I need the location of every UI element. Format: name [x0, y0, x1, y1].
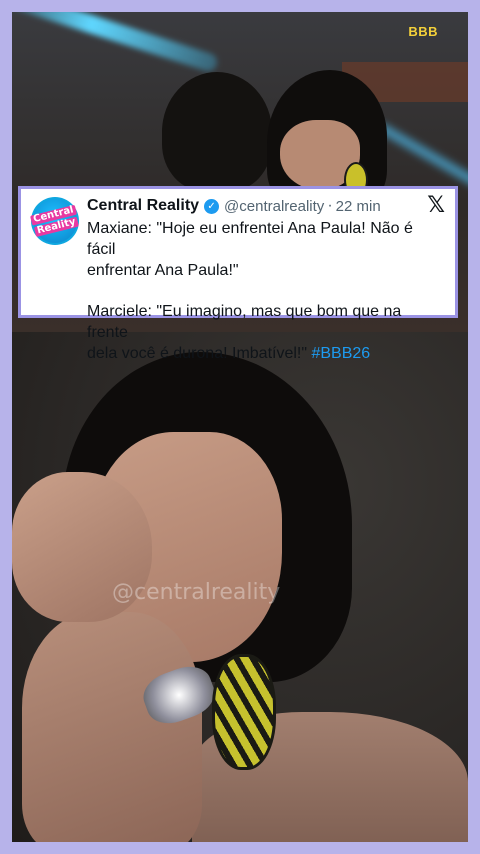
tweet-text: Maxiane: "Hoje eu enfrentei Ana Paula! N…: [87, 218, 445, 364]
person-arm: [22, 612, 202, 842]
channel-logo: BBB: [408, 24, 438, 39]
video-frame: BBB @centralreality: [12, 12, 468, 842]
hashtag-link[interactable]: #BBB26: [311, 345, 370, 362]
neon-light-right: [377, 122, 468, 192]
tweet-line: Maxiane: "Hoje eu enfrentei Ana Paula! N…: [87, 220, 413, 258]
earring-large: [212, 654, 276, 770]
user-handle[interactable]: @centralreality: [224, 198, 324, 215]
tweet-line-text: dela você é durona! Imbatível!": [87, 345, 308, 362]
tweet-line-last: dela você é durona! Imbatível!" #BBB26: [87, 343, 445, 364]
watermark: @centralreality: [112, 580, 281, 605]
tweet-header: Central Reality ✓ @centralreality · 22 m…: [87, 195, 445, 217]
avatar[interactable]: Central Reality: [28, 194, 82, 248]
x-logo-icon[interactable]: 𝕏: [427, 193, 445, 218]
verified-badge-icon: ✓: [204, 198, 220, 214]
person-left: [162, 72, 272, 192]
display-name[interactable]: Central Reality: [87, 197, 199, 215]
separator: ·: [327, 197, 333, 214]
neon-light: [12, 12, 220, 74]
timestamp[interactable]: 22 min: [336, 198, 381, 215]
tweet-card[interactable]: Central Reality Central Reality ✓ @centr…: [18, 186, 458, 362]
central-reality-logo-icon: Central Reality: [28, 194, 82, 248]
tweet-line: enfrentar Ana Paula!": [87, 262, 239, 279]
video-scene-bottom: @centralreality: [12, 332, 468, 842]
tweet-line: Marciele: "Eu imagino, mas que bom que n…: [87, 303, 402, 341]
